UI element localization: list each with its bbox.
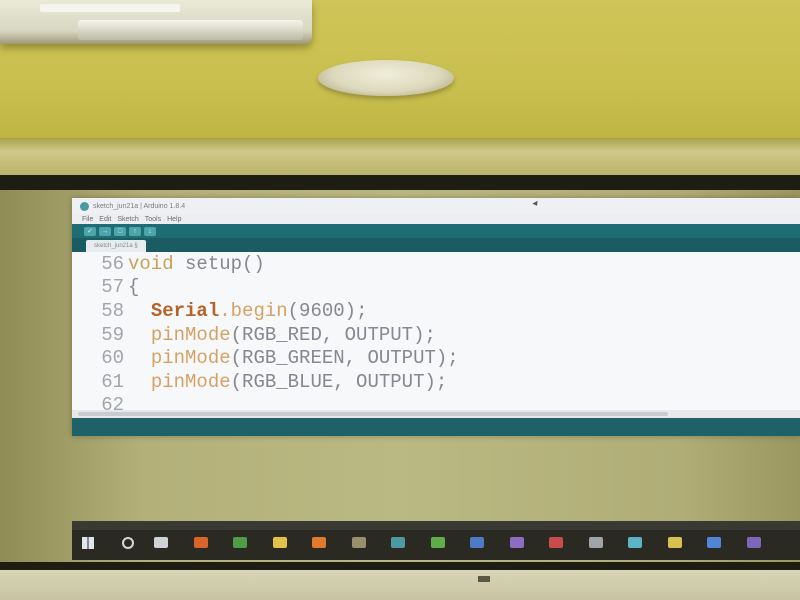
projector-lens [78,20,303,40]
chrome-taskbar-icon[interactable] [233,537,247,548]
code-text: (RGB_RED, OUTPUT); [230,323,436,346]
code-line: 56 void setup() [72,252,800,276]
code-line: 62 [72,394,800,410]
code-method: pinMode [150,323,231,346]
floor-edge [0,570,800,600]
code-method: pinMode [150,370,231,393]
windows-start-icon[interactable] [82,537,94,549]
app-red-taskbar-icon[interactable] [549,537,563,548]
title-bar: sketch_jun21a | Arduino 1.8.4 [72,198,800,214]
window-title: sketch_jun21a | Arduino 1.8.4 [93,202,186,210]
tab-bar: sketch_jun21a § [72,238,800,252]
line-number: 62 [101,394,124,410]
mouse-cursor-icon [532,200,540,208]
arduino-logo-icon [80,201,89,211]
line-number: 60 [101,347,124,370]
open-sketch-button[interactable]: ↑ [129,226,141,236]
wall-plug [478,576,490,582]
menu-sketch[interactable]: Sketch [117,216,138,223]
app-blue-2-taskbar-icon[interactable] [707,537,721,548]
scrollbar-thumb[interactable] [78,412,668,416]
line-number: 61 [101,370,124,393]
app-yellow-taskbar-icon[interactable] [668,537,682,548]
save-sketch-button[interactable]: ↓ [144,226,156,236]
arduino-ide-window: sketch_jun21a | Arduino 1.8.4 File Edit … [72,198,800,436]
code-text: (RGB_GREEN, OUTPUT); [230,347,459,370]
ceiling-projector [0,0,312,44]
code-line: 58 Serial .begin (9600); [72,299,800,323]
menu-edit[interactable]: Edit [99,216,111,223]
task-view-taskbar-icon[interactable] [154,537,168,548]
code-text: (9600); [287,299,368,322]
menu-bar: File Edit Sketch Tools Help [72,214,800,224]
upload-button[interactable]: → [99,226,111,236]
ceiling-beam [0,138,800,176]
firefox-2-taskbar-icon[interactable] [312,537,326,548]
horizontal-scrollbar[interactable] [72,410,800,418]
code-text: (RGB_BLUE, OUTPUT); [230,370,448,393]
search-icon[interactable] [122,537,134,549]
app-cyan-taskbar-icon[interactable] [628,537,642,548]
misc-app-taskbar-icon[interactable] [352,537,366,548]
code-text: setup() [173,252,265,275]
tab-sketch[interactable]: sketch_jun21a § [86,240,146,252]
firefox-taskbar-icon[interactable] [194,537,208,548]
app-purple-taskbar-icon[interactable] [510,537,524,548]
code-line: 57{ [72,276,800,300]
code-object: Serial [150,299,220,322]
code-editor[interactable]: 56 void setup() 57{ 58 Serial .begin (9600)… [72,252,800,410]
app-blue-taskbar-icon[interactable] [470,537,484,548]
code-text: { [128,276,140,299]
code-line: 59 pinMode (RGB_RED, OUTPUT); [72,323,800,347]
code-line: 61 pinMode (RGB_BLUE, OUTPUT); [72,370,800,394]
code-method: pinMode [150,347,231,370]
line-number: 57 [101,276,124,299]
menu-tools[interactable]: Tools [145,216,161,223]
line-number: 56 [101,252,124,275]
verify-button[interactable]: ✓ [84,226,96,236]
toolbar: ✓ → □ ↑ ↓ [72,224,800,238]
app-green-taskbar-icon[interactable] [431,537,445,548]
smoke-detector [318,60,454,96]
app-purple-2-taskbar-icon[interactable] [747,537,761,548]
new-sketch-button[interactable]: □ [114,226,126,236]
console-area [72,418,800,436]
menu-file[interactable]: File [82,216,93,223]
taskbar [72,521,800,560]
code-line: 60 pinMode (RGB_GREEN, OUTPUT); [72,346,800,370]
line-number: 59 [101,323,124,346]
arduino-ide-taskbar-icon[interactable] [391,537,405,548]
projector-top [40,4,180,12]
menu-help[interactable]: Help [167,216,181,223]
line-number: 58 [101,299,124,322]
ide-status-strip [72,521,800,530]
code-keyword: void [128,252,174,275]
code-method: .begin [219,299,288,322]
app-gray-taskbar-icon[interactable] [589,537,603,548]
file-explorer-taskbar-icon[interactable] [273,537,287,548]
